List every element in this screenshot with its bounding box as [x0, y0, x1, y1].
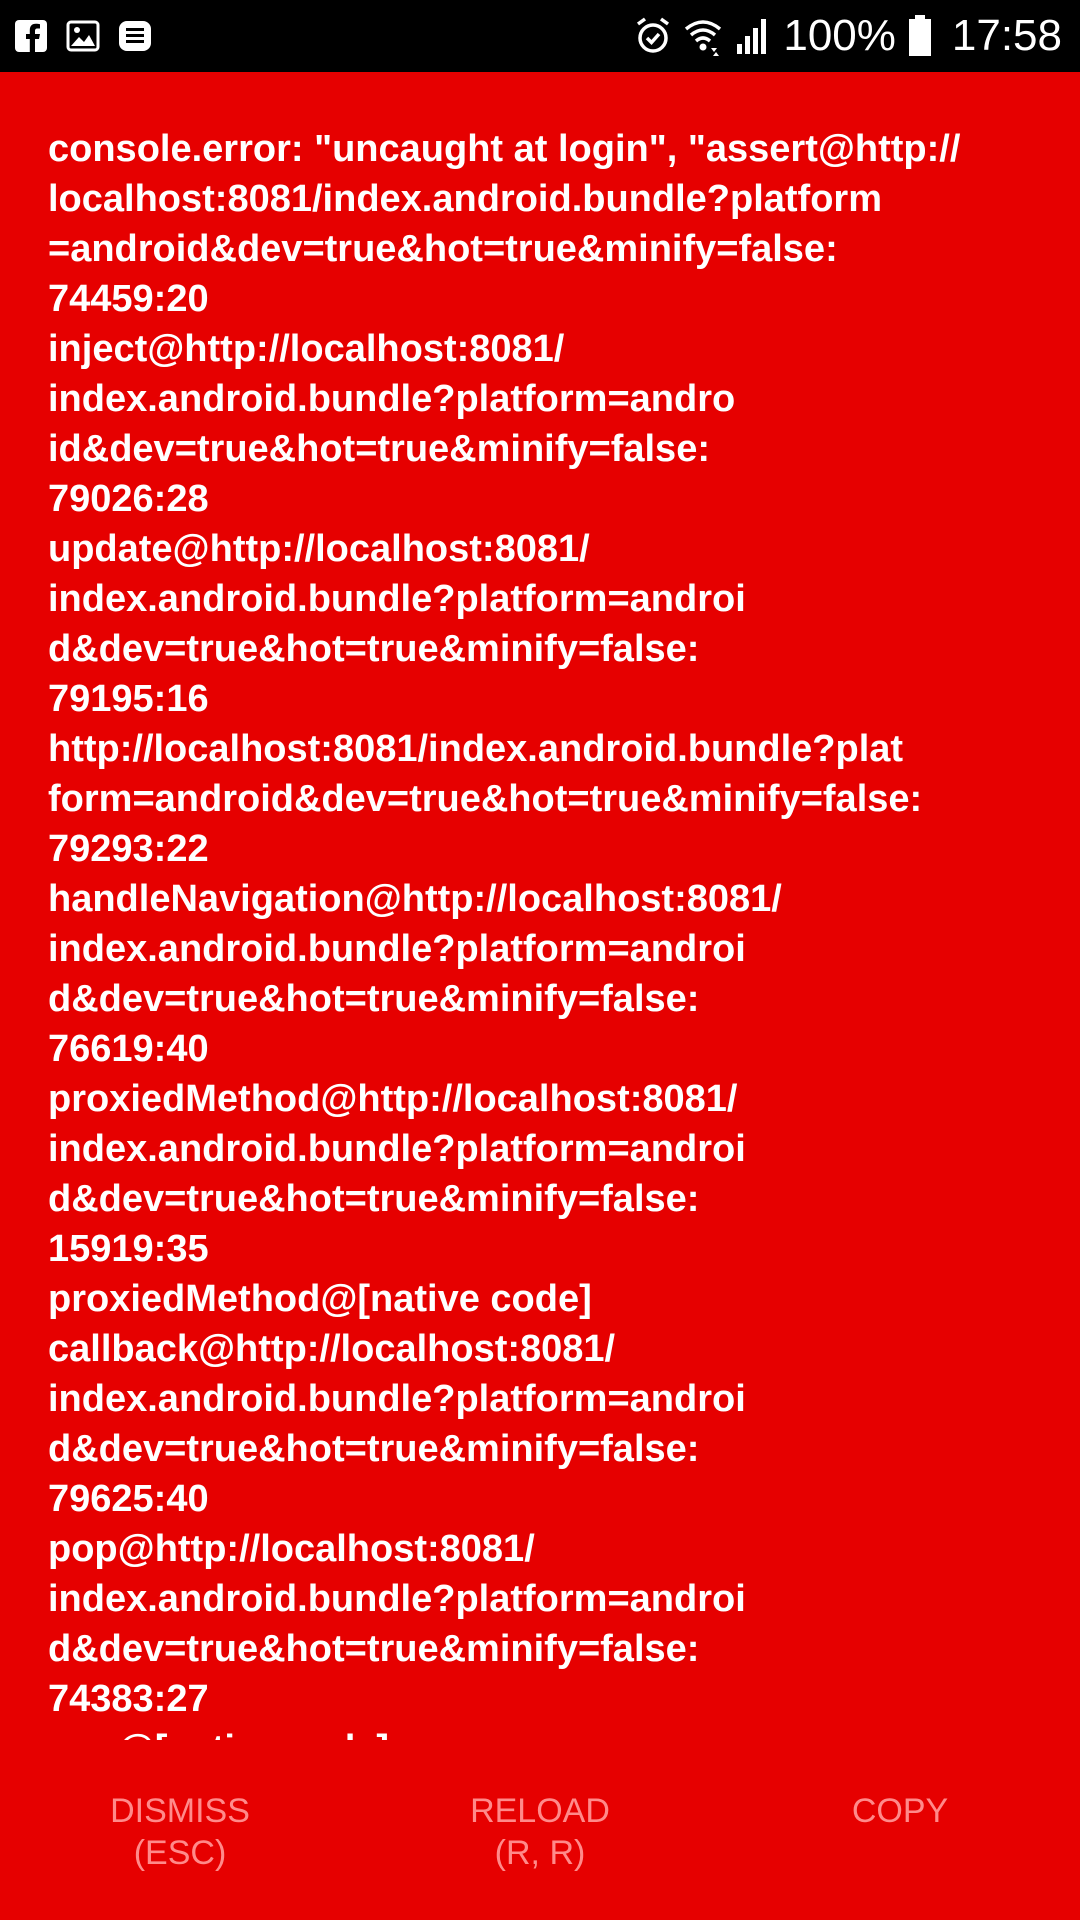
button-bar: DISMISS (ESC) RELOAD (R, R) COPY	[0, 1740, 1080, 1920]
system-indicators: 100% 17:58	[635, 8, 1062, 64]
signal-icon	[737, 19, 767, 54]
wifi-icon	[685, 20, 722, 56]
copy-button[interactable]: COPY	[750, 1790, 1050, 1832]
reload-label: RELOAD	[470, 1792, 610, 1830]
error-stack-trace[interactable]: console.error: "uncaught at login", "ass…	[0, 72, 1080, 1740]
reload-shortcut: (R, R)	[494, 1834, 586, 1872]
notification-icons	[14, 16, 152, 56]
reload-button[interactable]: RELOAD (R, R)	[390, 1790, 690, 1874]
status-bar: 100% 17:58	[0, 0, 1080, 72]
dismiss-button[interactable]: DISMISS (ESC)	[30, 1790, 330, 1874]
copy-label: COPY	[851, 1792, 949, 1830]
message-icon	[119, 21, 151, 51]
error-message: console.error: "uncaught at login", "ass…	[48, 128, 961, 1740]
clock: 17:58	[951, 11, 1062, 60]
alarm-icon	[637, 17, 670, 53]
battery-icon	[908, 15, 931, 56]
facebook-icon	[15, 20, 47, 52]
dismiss-shortcut: (ESC)	[133, 1834, 227, 1872]
dismiss-label: DISMISS	[110, 1792, 250, 1830]
gallery-icon	[66, 20, 100, 52]
battery-percentage: 100%	[783, 11, 896, 60]
